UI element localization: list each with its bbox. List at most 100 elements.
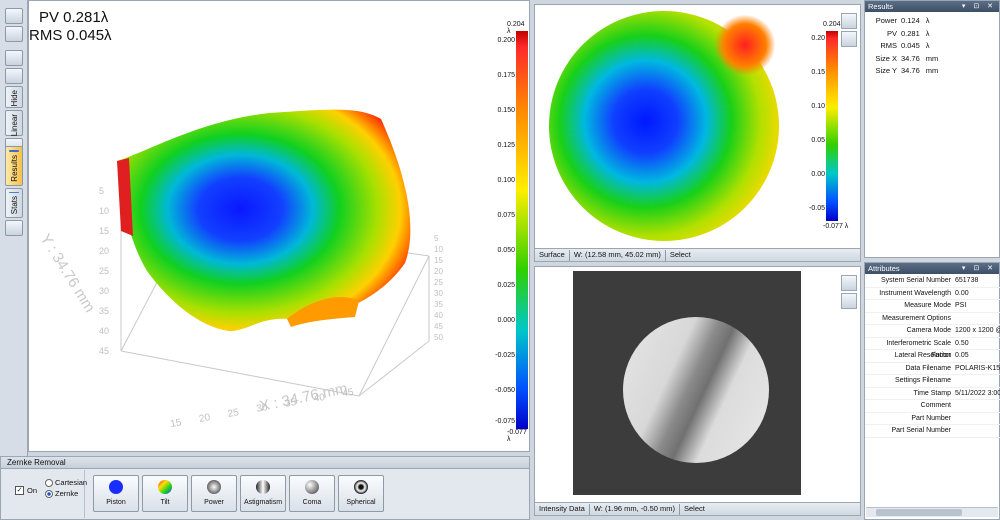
zernike-panel: Zernke Removal ✓ On Cartesian Zernke Pis…: [0, 456, 530, 520]
attributes-header: Attributes ▾ ⊡ ✕: [865, 263, 999, 274]
result-value: 34.76: [901, 53, 920, 63]
attribute-row: Part Serial Number: [865, 425, 1000, 438]
attributes-title: Attributes: [868, 264, 900, 273]
attribute-row: Settings Filename: [865, 375, 1000, 388]
cartesian-radio[interactable]: [45, 479, 53, 487]
scale3d-tick: 0.200: [497, 37, 515, 44]
attribute-key: System Serial Number: [880, 277, 951, 284]
attribute-row: Lateral Resolution 0.05: [865, 350, 1000, 363]
attribute-key: Measure Mode: [904, 302, 951, 309]
intensity-fit-icon[interactable]: [841, 293, 857, 309]
scale3d-tick: 0.125: [497, 142, 515, 149]
surface-hot-spot: [715, 15, 775, 75]
power-label: Power: [204, 499, 224, 506]
result-row: RMS 0.045 λ: [869, 40, 930, 52]
result-unit: λ: [925, 41, 930, 51]
attributes-window-controls[interactable]: ▾ ⊡ ✕: [962, 263, 996, 274]
attribute-key: Camera Mode: [906, 327, 951, 334]
tab-results[interactable]: Results: [5, 146, 23, 186]
z-tick: 45: [434, 322, 443, 331]
x-tick: 45: [341, 386, 355, 400]
zernke-label: Zernke: [55, 489, 79, 498]
on-label: On: [27, 486, 38, 495]
scale3d-tick: 0.100: [497, 177, 515, 184]
scale3d-bottom: -0.077 λ: [507, 429, 527, 443]
surface-status-select[interactable]: Select: [670, 249, 691, 261]
attribute-row: Camera Mode 1200 x 1200 @: [865, 325, 1000, 338]
attribute-key: Settings Filename: [894, 377, 951, 384]
attributes-scrollbar[interactable]: [866, 507, 998, 517]
on-checkbox[interactable]: ✓: [15, 486, 24, 495]
attribute-row: Interferometric Scale Factor 0.50: [865, 338, 1000, 359]
results-window-controls[interactable]: ▾ ⊡ ✕: [962, 1, 996, 12]
attribute-key: Comment: [920, 402, 951, 409]
tab-linear-label: Linear: [9, 114, 19, 137]
y-tick-labels: 5 10 15 20 25 30 35 40 45: [99, 181, 119, 361]
astigmatism-icon: [256, 480, 270, 494]
y-tick: 45: [99, 346, 110, 356]
astigmatism-button[interactable]: Astigmatism: [240, 475, 286, 512]
z-tick: 40: [434, 311, 443, 320]
intensity-view[interactable]: Intensity Data W: (1.96 mm, -0.50 mm) Se…: [534, 266, 861, 516]
surface-mesh: [117, 109, 411, 331]
surface-scale-tick: 0.05: [811, 137, 825, 144]
result-unit: λ: [925, 28, 930, 38]
result-value: 0.281: [901, 28, 920, 38]
x-tick: 15: [169, 417, 183, 431]
surface-fit-icon[interactable]: [841, 13, 857, 29]
light-icon[interactable]: [5, 68, 23, 84]
x-tick: 25: [226, 407, 240, 420]
intensity-status-coords: W: (1.96 mm, -0.50 mm): [593, 504, 675, 513]
zernke-radio[interactable]: [45, 490, 53, 498]
tab-stats-label: Stats: [9, 195, 19, 214]
intensity-status-select[interactable]: Select: [684, 503, 705, 515]
coma-button[interactable]: Coma: [289, 475, 335, 512]
result-value: 34.76: [901, 66, 920, 76]
view-3d-icon[interactable]: [5, 8, 23, 24]
z-tick: 25: [434, 278, 443, 287]
spherical-button[interactable]: Spherical: [338, 475, 384, 512]
intensity-status-bar: Intensity Data W: (1.96 mm, -0.50 mm) Se…: [535, 502, 860, 515]
attribute-key: Part Serial Number: [891, 427, 951, 434]
scrollbar-thumb[interactable]: [876, 509, 962, 516]
z-tick: 10: [434, 245, 443, 254]
tab-results-label: Results: [9, 155, 19, 182]
result-key: PV: [886, 28, 897, 38]
results-title: Results: [868, 2, 894, 11]
surface-3d-view[interactable]: PV 0.281λ RMS 0.045λ Y: 34.76 mm X: 34…: [28, 0, 530, 452]
chart-icon[interactable]: [5, 220, 23, 236]
result-value: 0.045: [901, 41, 920, 51]
tilt-button[interactable]: Tilt: [142, 475, 188, 512]
palette-icon[interactable]: [5, 50, 23, 66]
z-tick-labels: 5 10 15 20 25 30 35 40 45 50: [434, 233, 448, 343]
z-tick: 50: [434, 333, 443, 342]
view-rotate-icon[interactable]: [5, 26, 23, 42]
attribute-value: 0.00: [955, 289, 969, 297]
intensity-image: [573, 271, 801, 495]
intensity-check-icon[interactable]: [841, 275, 857, 291]
x-tick: 40: [312, 391, 326, 405]
scale3d-colorbar: [516, 31, 528, 429]
astigmatism-label: Astigmatism: [243, 499, 283, 506]
attribute-key: Time Stamp: [913, 389, 951, 397]
x-tick: 30: [255, 402, 269, 415]
scale3d-tick: 0.025: [497, 282, 515, 289]
y-tick: 5: [99, 186, 105, 196]
spherical-icon: [354, 480, 368, 494]
result-key: Size X: [875, 53, 897, 63]
surface-2d-view[interactable]: 0.204 λ 0.20 0.15 0.10 0.05 0.00 -0.05 -…: [534, 4, 861, 262]
y-tick: 10: [99, 206, 110, 216]
power-button[interactable]: Power: [191, 475, 237, 512]
tab-linear[interactable]: Linear: [5, 110, 23, 136]
x-tick: 35: [284, 397, 298, 410]
surface-palette-icon[interactable]: [841, 31, 857, 47]
scale3d-tick: 0.075: [497, 212, 515, 219]
y-tick: 35: [99, 306, 110, 316]
attribute-key: Lateral Resolution: [894, 352, 951, 359]
attribute-key: Measurement Options: [882, 314, 951, 322]
tab-stats[interactable]: Stats: [5, 188, 23, 218]
piston-button[interactable]: Piston: [93, 475, 139, 512]
surface-scale-bottom: -0.077 λ: [823, 223, 849, 230]
tab-hide[interactable]: Hide: [5, 86, 23, 108]
surface-status-coords: W: (12.58 mm, 45.02 mm): [573, 250, 661, 259]
